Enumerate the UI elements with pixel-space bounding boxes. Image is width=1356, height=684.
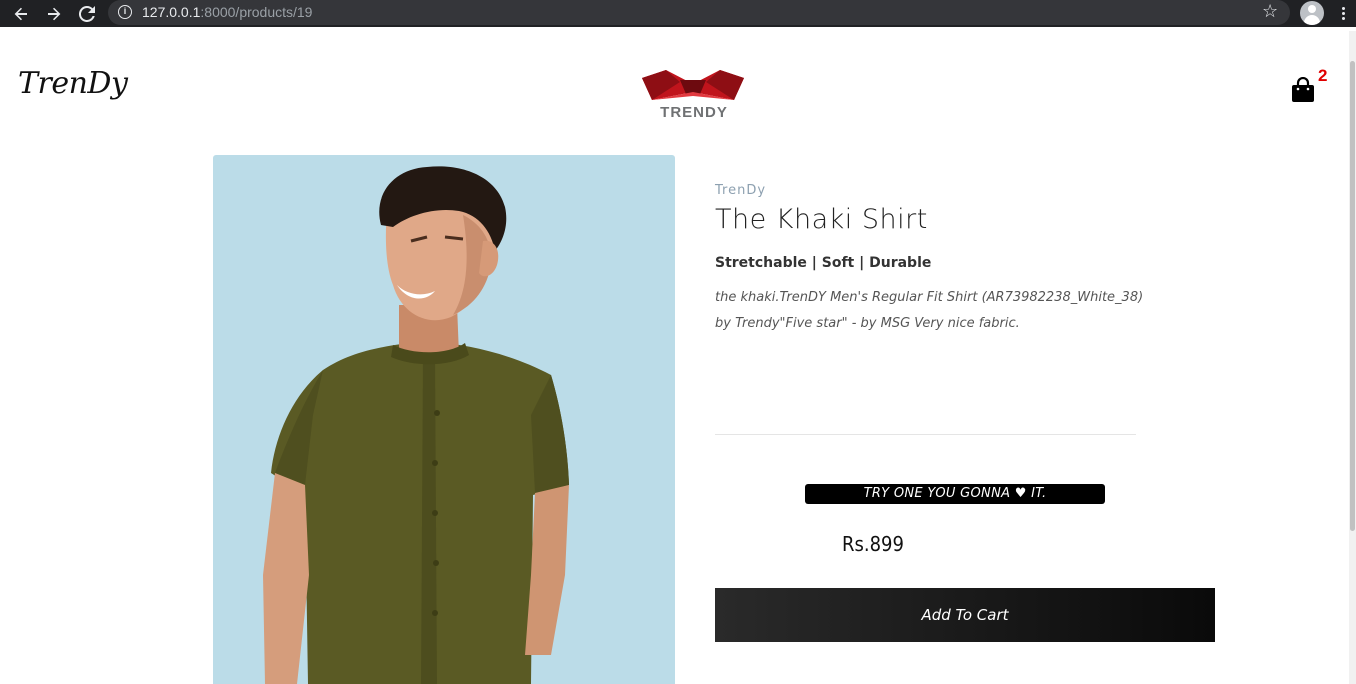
product-features: Stretchable | Soft | Durable [715,255,932,271]
reload-icon[interactable] [76,3,98,25]
cart-count-badge[interactable]: 2 [1318,66,1327,86]
product-vendor: TrenDy [715,183,767,198]
browser-toolbar: i 127.0.0.1:8000/products/19 ☆ [0,0,1356,27]
page-scrollbar[interactable] [1349,31,1356,684]
url-text[interactable]: 127.0.0.1:8000/products/19 [142,4,312,20]
forward-arrow-icon[interactable] [43,3,65,25]
heart-icon: ♥ [1014,486,1027,501]
star-icon[interactable]: ☆ [1262,2,1278,22]
scrollbar-thumb[interactable] [1350,61,1355,531]
model-in-khaki-shirt-illustration [263,166,569,684]
product-title: The Khaki Shirt [715,204,928,235]
info-icon[interactable]: i [118,5,132,19]
site-brand[interactable]: TrenDy [18,66,128,101]
product-price: Rs.899 [842,532,904,556]
promo-tagline: TRY ONE YOU GONNA ♥ IT. [805,484,1105,504]
product-description: the khaki.TrenDY Men's Regular Fit Shirt… [715,290,1144,331]
shopping-bag-icon[interactable] [1291,77,1315,103]
add-to-cart-button[interactable]: Add To Cart [715,588,1215,642]
product-image [213,155,675,684]
logo-text: TRENDY [660,104,728,121]
menu-icon[interactable] [1336,3,1350,23]
profile-icon[interactable] [1300,1,1324,25]
back-arrow-icon[interactable] [10,3,32,25]
section-divider [715,434,1136,435]
